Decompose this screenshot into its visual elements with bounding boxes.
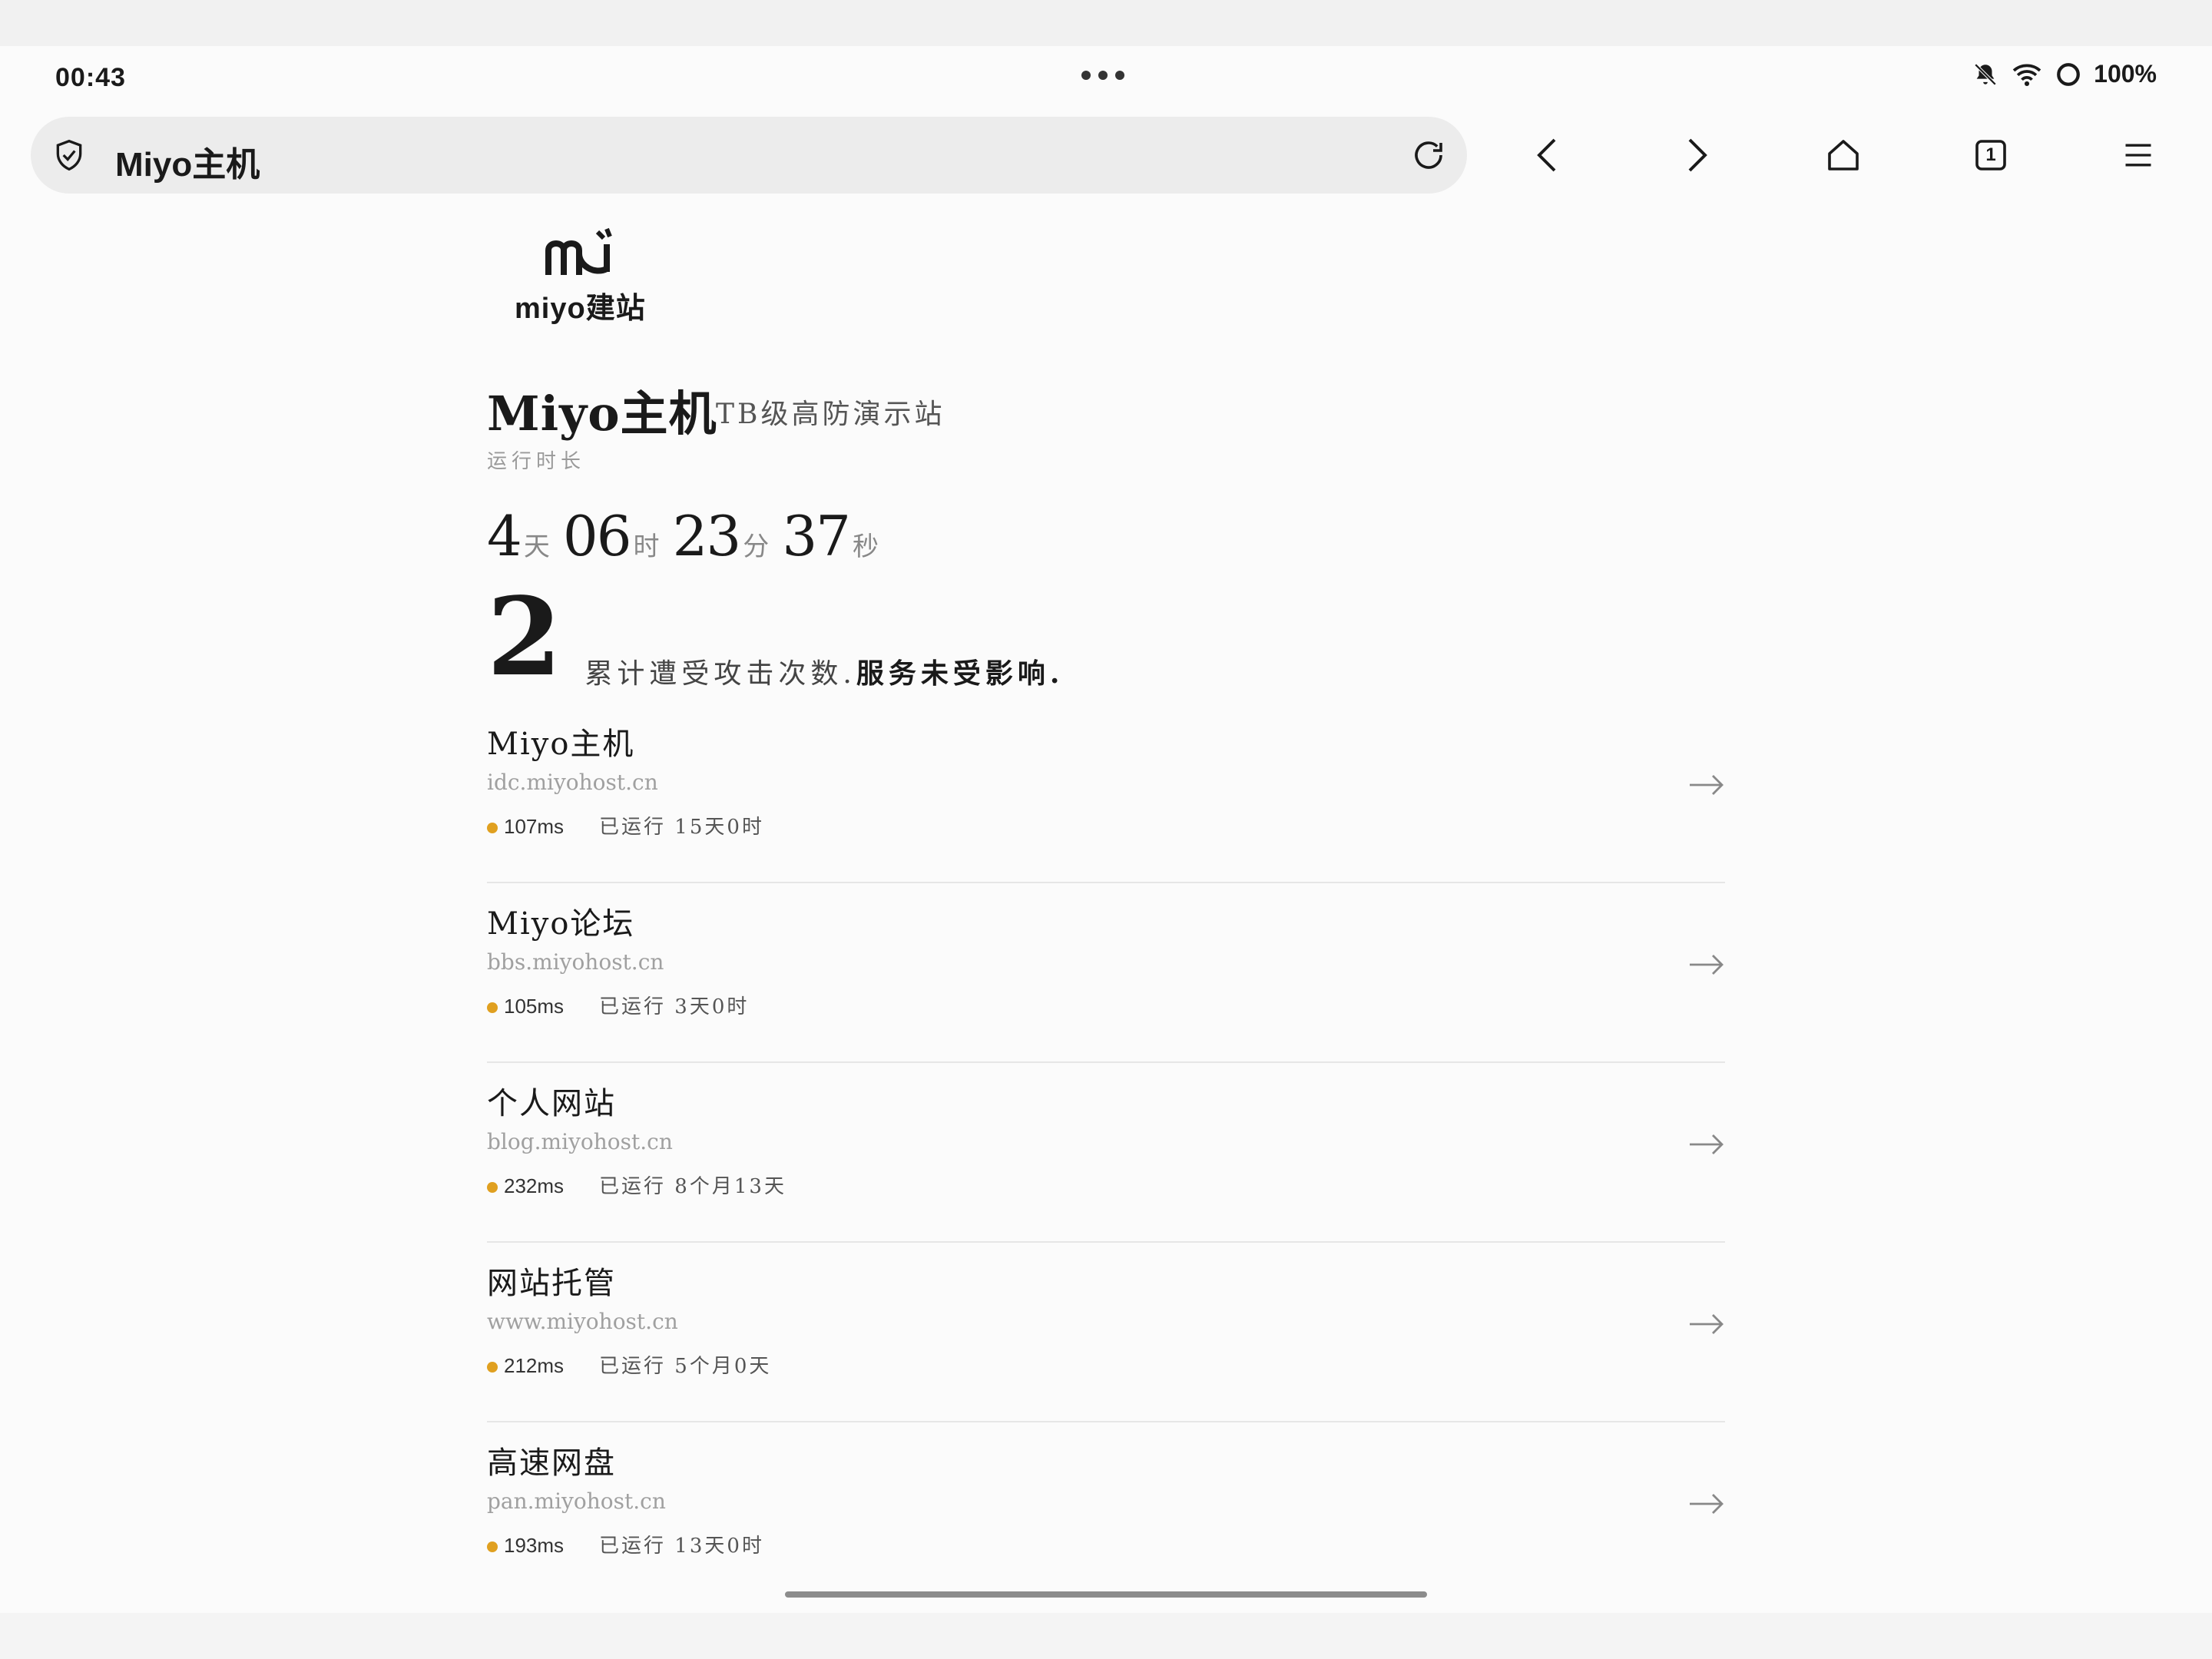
shield-icon[interactable]: [52, 138, 86, 176]
service-meta: 193ms 已运行 13天0时: [487, 1530, 764, 1558]
service-url: blog.miyohost.cn: [487, 1129, 673, 1154]
reload-icon[interactable]: [1410, 137, 1447, 177]
service-name: Miyo主机: [487, 727, 635, 762]
service-url: www.miyohost.cn: [487, 1309, 678, 1334]
uptime-days: 4: [487, 504, 522, 568]
uptime-counter: 4天 06 时 23 分 37 秒: [487, 504, 888, 568]
status-time: 00:43: [55, 63, 126, 92]
chevron-right-icon: [1688, 138, 1707, 172]
status-dot-icon: [487, 1362, 498, 1373]
menu-button[interactable]: [2114, 131, 2163, 180]
service-name: Miyo论坛: [487, 906, 635, 942]
bottom-strip: [0, 1613, 2212, 1659]
address-bar-title: Miyo主机: [115, 146, 260, 184]
mute-icon: [1972, 61, 1998, 88]
tab-count: 1: [1985, 144, 1996, 165]
service-name: 网站托管: [487, 1266, 616, 1301]
hamburger-icon: [2125, 144, 2151, 167]
back-button[interactable]: [1524, 131, 1573, 180]
uptime-hours-unit: 时: [633, 531, 660, 562]
attack-summary: 2 累计遭受攻击次数.服务未受影响.: [487, 584, 1064, 691]
status-dot-icon: [487, 1002, 498, 1014]
status-icons: 100%: [1972, 60, 2157, 88]
attack-count: 2: [487, 575, 562, 700]
battery-percent: 100%: [2094, 60, 2157, 88]
service-meta: 232ms 已运行 8个月13天: [487, 1171, 786, 1199]
tabs-button[interactable]: 1: [1966, 131, 2015, 180]
arrow-right-icon[interactable]: [1688, 1312, 1725, 1340]
status-dot-icon: [487, 1182, 498, 1194]
service-url: pan.miyohost.cn: [487, 1488, 666, 1514]
chevron-left-icon: [1537, 138, 1556, 172]
home-icon: [1828, 140, 1859, 171]
service-item[interactable]: 网站托管 www.miyohost.cn 212ms 已运行 5个月0天: [487, 1243, 1725, 1422]
uptime-minutes: 23: [672, 504, 742, 568]
service-latency: 193ms: [504, 1534, 565, 1557]
service-meta: 105ms 已运行 3天0时: [487, 991, 749, 1019]
address-bar[interactable]: Miyo主机: [31, 117, 1467, 194]
service-list: Miyo主机 idc.miyohost.cn 107ms 已运行 15天0时 Mi…: [487, 704, 1725, 1601]
service-url: bbs.miyohost.cn: [487, 949, 664, 975]
service-running: 已运行 3天0时: [599, 995, 750, 1018]
uptime-hours: 06: [562, 504, 632, 568]
service-running: 已运行 8个月13天: [599, 1175, 786, 1198]
service-running: 已运行 15天0时: [599, 816, 764, 839]
uptime-label: 运行时长: [487, 450, 586, 473]
system-top-strip: [0, 0, 2212, 46]
attack-text: 累计遭受攻击次数.: [584, 658, 856, 690]
attack-status: 服务未受影响.: [856, 657, 1065, 690]
page-subtitle: TB级高防演示站: [716, 399, 945, 430]
status-dot-icon: [487, 1541, 498, 1553]
uptime-seconds: 37: [782, 504, 851, 568]
arrow-right-icon[interactable]: [1688, 1492, 1725, 1520]
service-url: idc.miyohost.cn: [487, 770, 658, 795]
uptime-seconds-unit: 秒: [852, 531, 879, 562]
arrow-right-icon[interactable]: [1688, 952, 1725, 981]
service-name: 高速网盘: [487, 1445, 616, 1481]
service-meta: 212ms 已运行 5个月0天: [487, 1350, 771, 1379]
service-latency: 107ms: [504, 815, 565, 838]
service-latency: 212ms: [504, 1354, 565, 1377]
uptime-days-unit: 天: [523, 531, 550, 562]
service-item[interactable]: 高速网盘 pan.miyohost.cn 193ms 已运行 13天0时: [487, 1422, 1725, 1601]
service-meta: 107ms 已运行 15天0时: [487, 811, 764, 839]
home-indicator[interactable]: [785, 1591, 1427, 1598]
service-item[interactable]: Miyo主机 idc.miyohost.cn 107ms 已运行 15天0时: [487, 704, 1725, 883]
service-latency: 232ms: [504, 1174, 565, 1197]
service-name: 个人网站: [487, 1086, 616, 1121]
service-item[interactable]: 个人网站 blog.miyohost.cn 232ms 已运行 8个月13天: [487, 1063, 1725, 1243]
wifi-icon: [2011, 61, 2043, 88]
uptime-minutes-unit: 分: [743, 531, 770, 562]
service-latency: 105ms: [504, 995, 565, 1018]
forward-button[interactable]: [1671, 131, 1720, 180]
service-running: 已运行 13天0时: [599, 1535, 764, 1558]
page-title: Miyo主机: [487, 386, 717, 442]
arrow-right-icon[interactable]: [1688, 773, 1725, 801]
service-running: 已运行 5个月0天: [599, 1355, 772, 1378]
service-item[interactable]: Miyo论坛 bbs.miyohost.cn 105ms 已运行 3天0时: [487, 883, 1725, 1063]
home-button[interactable]: [1819, 131, 1868, 180]
logo-text: miyo建站: [515, 293, 646, 325]
battery-icon: [2055, 61, 2081, 88]
arrow-right-icon[interactable]: [1688, 1132, 1725, 1161]
status-dot-icon: [487, 823, 498, 834]
